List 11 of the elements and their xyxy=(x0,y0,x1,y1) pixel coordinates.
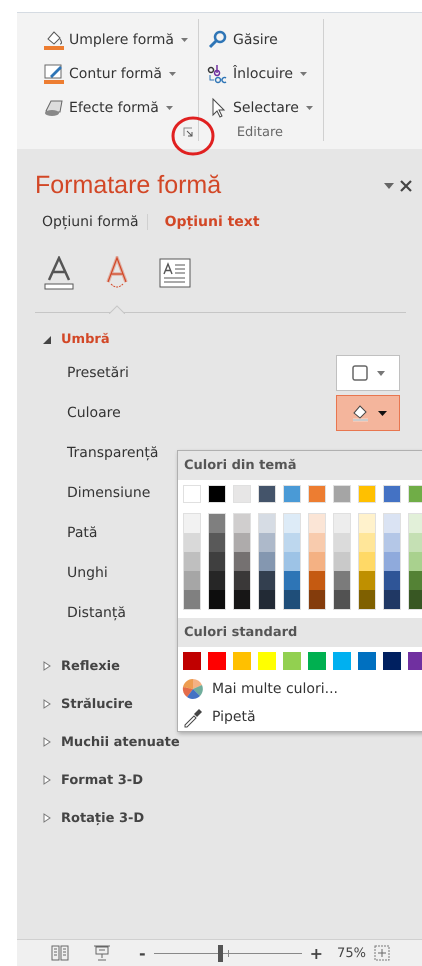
property-label: Transparență xyxy=(67,445,158,461)
property-label: Pată xyxy=(67,525,98,541)
section-heading: Culori din temă xyxy=(178,451,422,480)
property-label: Dimensiune xyxy=(67,485,150,501)
property-label: Distanță xyxy=(67,605,126,621)
group-label: Editare xyxy=(236,124,284,140)
property-label: Unghi xyxy=(67,565,108,581)
pane-title: Formatare formă xyxy=(35,171,222,200)
property-label: Presetări xyxy=(67,365,129,381)
section-heading: Culori standard xyxy=(178,618,422,647)
property-label: Culoare xyxy=(67,405,121,421)
